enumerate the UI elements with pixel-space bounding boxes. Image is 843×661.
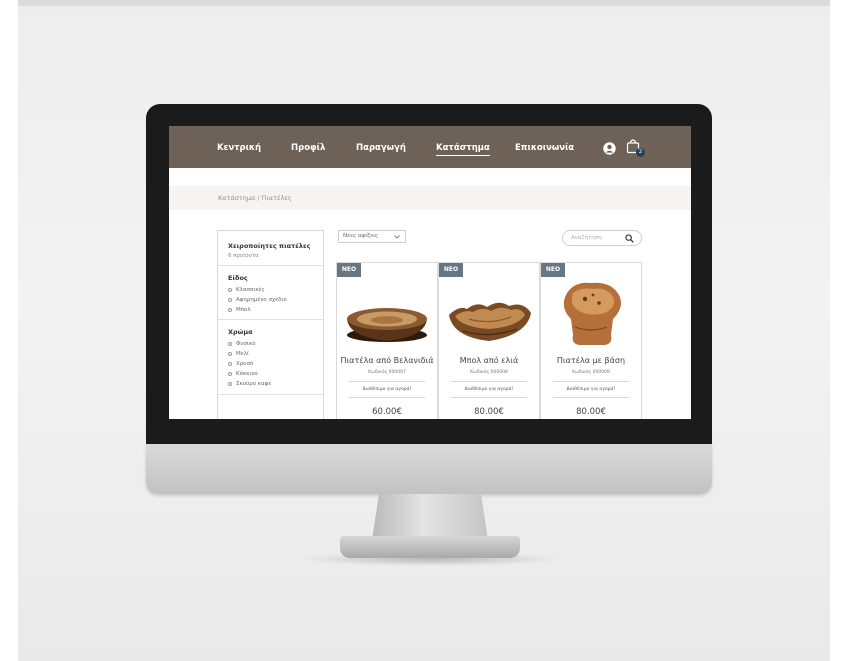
- type-option-classic[interactable]: Κλασσικές: [228, 287, 265, 293]
- breadcrumb-link-shop[interactable]: Κατάστημα: [218, 194, 255, 202]
- sort-selected-value: Νέες αφίξεις: [343, 233, 379, 239]
- availability-text: Διαθέσιμο για αγορά!: [464, 387, 514, 392]
- color-option-honey[interactable]: Μελί: [228, 351, 249, 357]
- option-label: Κλασσικές: [236, 287, 265, 293]
- product-price: 60.00€: [372, 407, 402, 417]
- option-label: Κόκκινο: [236, 371, 258, 377]
- sidebar-divider: [218, 319, 323, 320]
- new-badge: ΝΕΟ: [439, 263, 463, 277]
- cart-count-badge: 2: [636, 148, 645, 157]
- radio-icon: [228, 371, 232, 376]
- filter-sidebar: Χειροποίητες πιατέλες 6 προϊόντα Είδος Κ…: [217, 230, 324, 419]
- nav-item-profile[interactable]: Προφίλ: [291, 143, 325, 153]
- nav-item-shop[interactable]: Κατάστημα: [436, 143, 490, 156]
- new-badge: ΝΕΟ: [541, 263, 565, 277]
- nav-item-contact[interactable]: Επικοινωνία: [515, 143, 574, 153]
- color-option-natural[interactable]: Φυσικό: [228, 341, 255, 347]
- option-label: Φυσικό: [236, 341, 256, 347]
- nav-item-home[interactable]: Κεντρική: [217, 143, 261, 153]
- sort-dropdown[interactable]: Νέες αφίξεις: [338, 230, 406, 243]
- product-code: Κωδικός 000008: [470, 370, 508, 375]
- type-option-bowl[interactable]: Μπολ: [228, 307, 251, 313]
- wooden-bowl-image: [347, 308, 427, 342]
- option-label: Σκούρο καφέ: [236, 381, 272, 387]
- search-placeholder: Αναζήτηση: [571, 235, 602, 241]
- divider: [349, 381, 425, 382]
- product-name[interactable]: Πιατέλα με βάση: [541, 356, 641, 365]
- olive-wood-bowl-image: [449, 302, 531, 341]
- sidebar-divider: [218, 394, 323, 395]
- product-name[interactable]: Πιατέλα από Βελανιδιά: [337, 356, 437, 365]
- radio-icon: [228, 307, 232, 312]
- product-card[interactable]: ΝΕΟ Μπολ από ελιά Κωδικός 000008 Διαθέσι…: [438, 262, 540, 419]
- product-price: 80.00€: [474, 407, 504, 417]
- monitor-stand-foot: [340, 536, 520, 558]
- divider: [553, 397, 629, 398]
- option-label: Μπολ: [236, 307, 251, 313]
- radio-icon: [228, 381, 232, 386]
- new-badge: ΝΕΟ: [337, 263, 361, 277]
- sidebar-divider: [218, 265, 323, 266]
- radio-icon: [228, 287, 232, 292]
- product-code: Κωδικός 000007: [368, 370, 406, 375]
- breadcrumb: Κατάστημα / Πιατέλες: [218, 194, 292, 202]
- monitor-stand-neck: [372, 494, 488, 540]
- divider: [553, 381, 629, 382]
- product-price: 80.00€: [576, 407, 606, 417]
- main-navigation: Κεντρική Προφίλ Παραγωγή Κατάστημα Επικο…: [169, 126, 691, 168]
- radio-icon: [228, 341, 232, 346]
- category-count: 6 προϊόντα: [228, 253, 259, 259]
- search-input[interactable]: Αναζήτηση: [562, 230, 642, 246]
- type-option-abstract[interactable]: Αφηρημένο σχέδιο: [228, 297, 287, 303]
- option-label: Αφηρημένο σχέδιο: [236, 297, 287, 303]
- availability-text: Διαθέσιμο για αγορά!: [566, 387, 616, 392]
- product-code: Κωδικός 000009: [572, 370, 610, 375]
- product-name[interactable]: Μπολ από ελιά: [439, 356, 539, 365]
- nav-item-production[interactable]: Παραγωγή: [356, 143, 406, 153]
- option-label: Χρυσό: [236, 361, 254, 367]
- divider: [451, 381, 527, 382]
- search-icon[interactable]: [625, 234, 634, 243]
- product-card[interactable]: ΝΕΟ Πιατέλα με βάση Κωδικός 000009 Διαθέ…: [540, 262, 642, 419]
- divider: [349, 397, 425, 398]
- category-title: Χειροποίητες πιατέλες: [228, 242, 311, 250]
- user-circle-icon[interactable]: [603, 140, 616, 159]
- radio-icon: [228, 351, 232, 356]
- chevron-down-icon: [394, 235, 400, 239]
- breadcrumb-current: Πιατέλες: [261, 194, 292, 202]
- website-screen: Κεντρική Προφίλ Παραγωγή Κατάστημα Επικο…: [169, 126, 691, 419]
- divider: [451, 397, 527, 398]
- option-label: Μελί: [236, 351, 249, 357]
- color-option-gold[interactable]: Χρυσό: [228, 361, 253, 367]
- product-card[interactable]: ΝΕΟ Πιατέλα από Βελανιδιά Κωδικός 000007…: [336, 262, 438, 419]
- color-filter-heading: Χρώμα: [228, 328, 253, 336]
- color-option-red[interactable]: Κόκκινο: [228, 371, 258, 377]
- burl-wood-platter-image: [563, 282, 621, 345]
- type-filter-heading: Είδος: [228, 274, 248, 282]
- color-option-dark-brown[interactable]: Σκούρο καφέ: [228, 381, 271, 387]
- monitor-chin: [146, 444, 712, 494]
- radio-icon: [228, 361, 232, 366]
- radio-icon: [228, 297, 232, 302]
- availability-text: Διαθέσιμο για αγορά!: [362, 387, 412, 392]
